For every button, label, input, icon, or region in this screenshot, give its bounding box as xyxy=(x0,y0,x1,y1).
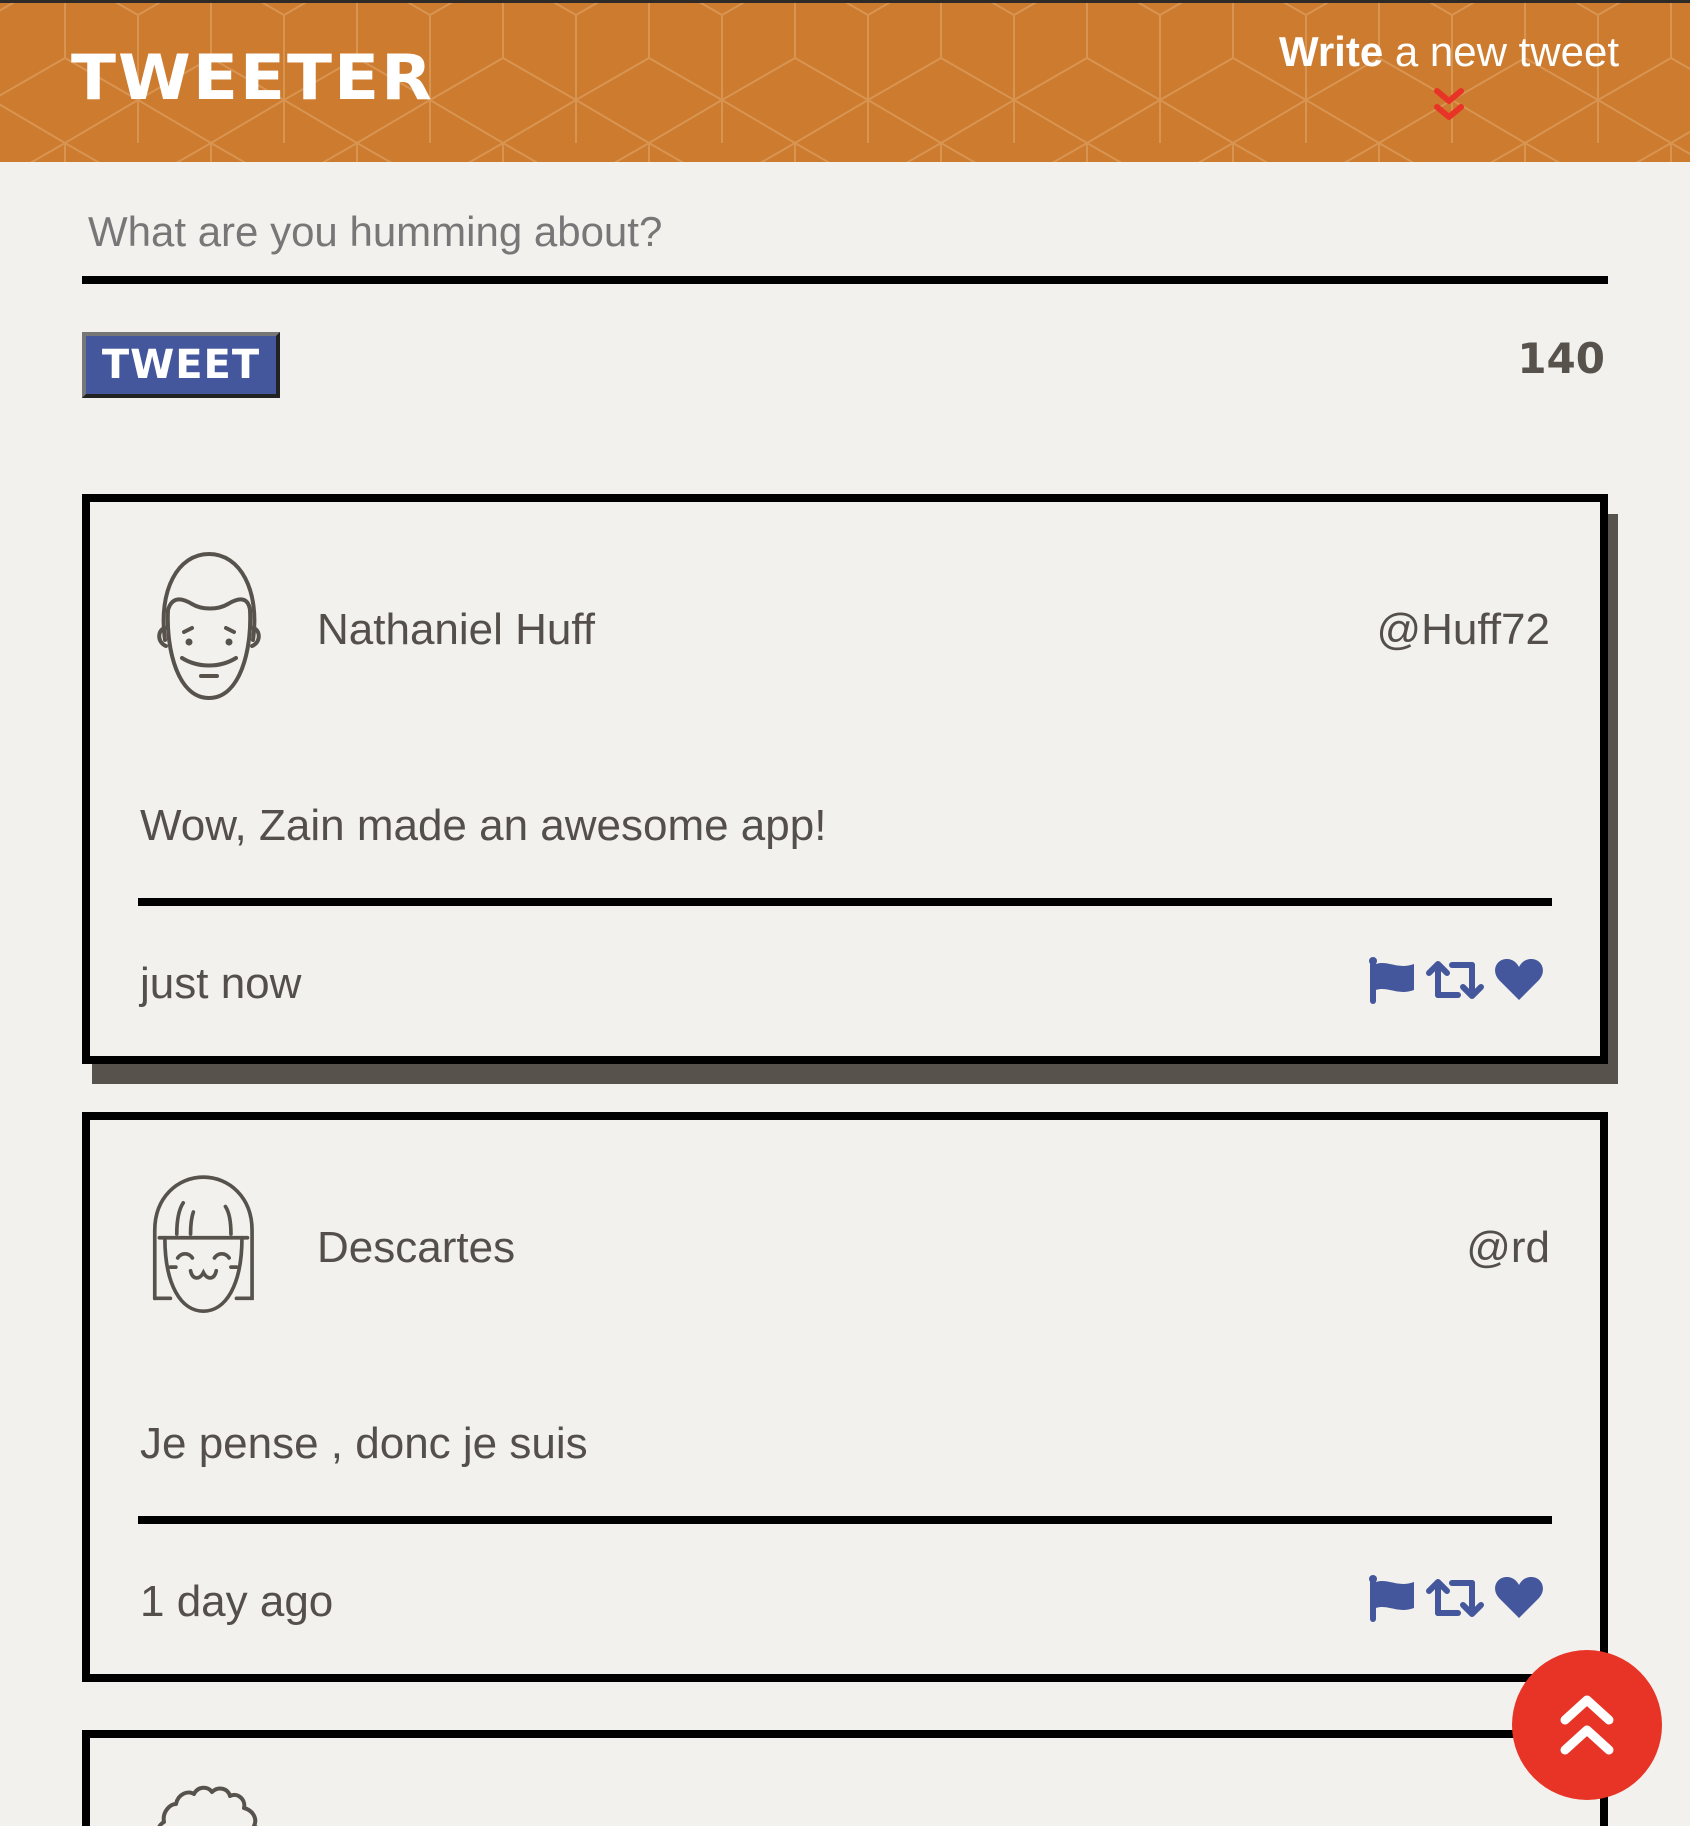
tweet-timestamp: just now xyxy=(140,959,302,1008)
double-chevron-up-icon xyxy=(1560,1695,1614,1755)
tweet-actions xyxy=(1368,956,1544,1009)
tweet-author-handle: @Huff72 xyxy=(1376,605,1550,654)
avatar-icon xyxy=(157,551,261,701)
compose-toggle-text: a new tweet xyxy=(1383,28,1619,75)
top-nav: Tweeter Write a new tweet xyxy=(0,0,1690,162)
heart-icon[interactable] xyxy=(1494,958,1544,1007)
avatar-icon xyxy=(157,1785,258,1826)
flag-icon[interactable] xyxy=(1368,956,1416,1009)
avatar-icon xyxy=(152,1175,254,1314)
scroll-to-top-button[interactable] xyxy=(1512,1650,1662,1800)
tweet-author-name: Nathaniel Huff xyxy=(317,605,596,654)
tweet-submit-button[interactable]: Tweet xyxy=(82,332,280,398)
heart-icon[interactable] xyxy=(1494,1576,1544,1625)
app-logo[interactable]: Tweeter xyxy=(71,46,434,110)
double-chevron-down-icon xyxy=(1433,88,1464,121)
tweet-content: Wow, Zain made an awesome app! xyxy=(140,801,827,850)
retweet-icon[interactable] xyxy=(1426,959,1484,1006)
tweet-card: Descartes @rd Je pense , donc je suis 1 … xyxy=(82,1112,1608,1682)
tweet-divider xyxy=(138,1516,1552,1524)
tweet-actions xyxy=(1368,1574,1544,1627)
compose-toggle-bold: Write xyxy=(1278,28,1384,75)
char-counter: 140 xyxy=(1517,334,1605,383)
tweet-card: Nathaniel Huff @Huff72 Wow, Zain made an… xyxy=(82,494,1608,1064)
flag-icon[interactable] xyxy=(1368,1574,1416,1627)
new-tweet-form: Tweet 140 xyxy=(82,190,1608,398)
tweet-divider xyxy=(138,898,1552,906)
compose-toggle-button[interactable]: Write a new tweet xyxy=(1278,28,1619,125)
retweet-icon[interactable] xyxy=(1426,1577,1484,1624)
tweet-author-handle: @rd xyxy=(1466,1223,1550,1272)
tweet-author-name: Descartes xyxy=(317,1223,516,1272)
tweet-timestamp: 1 day ago xyxy=(140,1577,334,1626)
tweet-text-input[interactable] xyxy=(82,190,1608,284)
compose-toggle-label: Write a new tweet xyxy=(1278,28,1619,75)
tweet-card xyxy=(82,1730,1608,1826)
tweet-content: Je pense , donc je suis xyxy=(140,1419,588,1468)
